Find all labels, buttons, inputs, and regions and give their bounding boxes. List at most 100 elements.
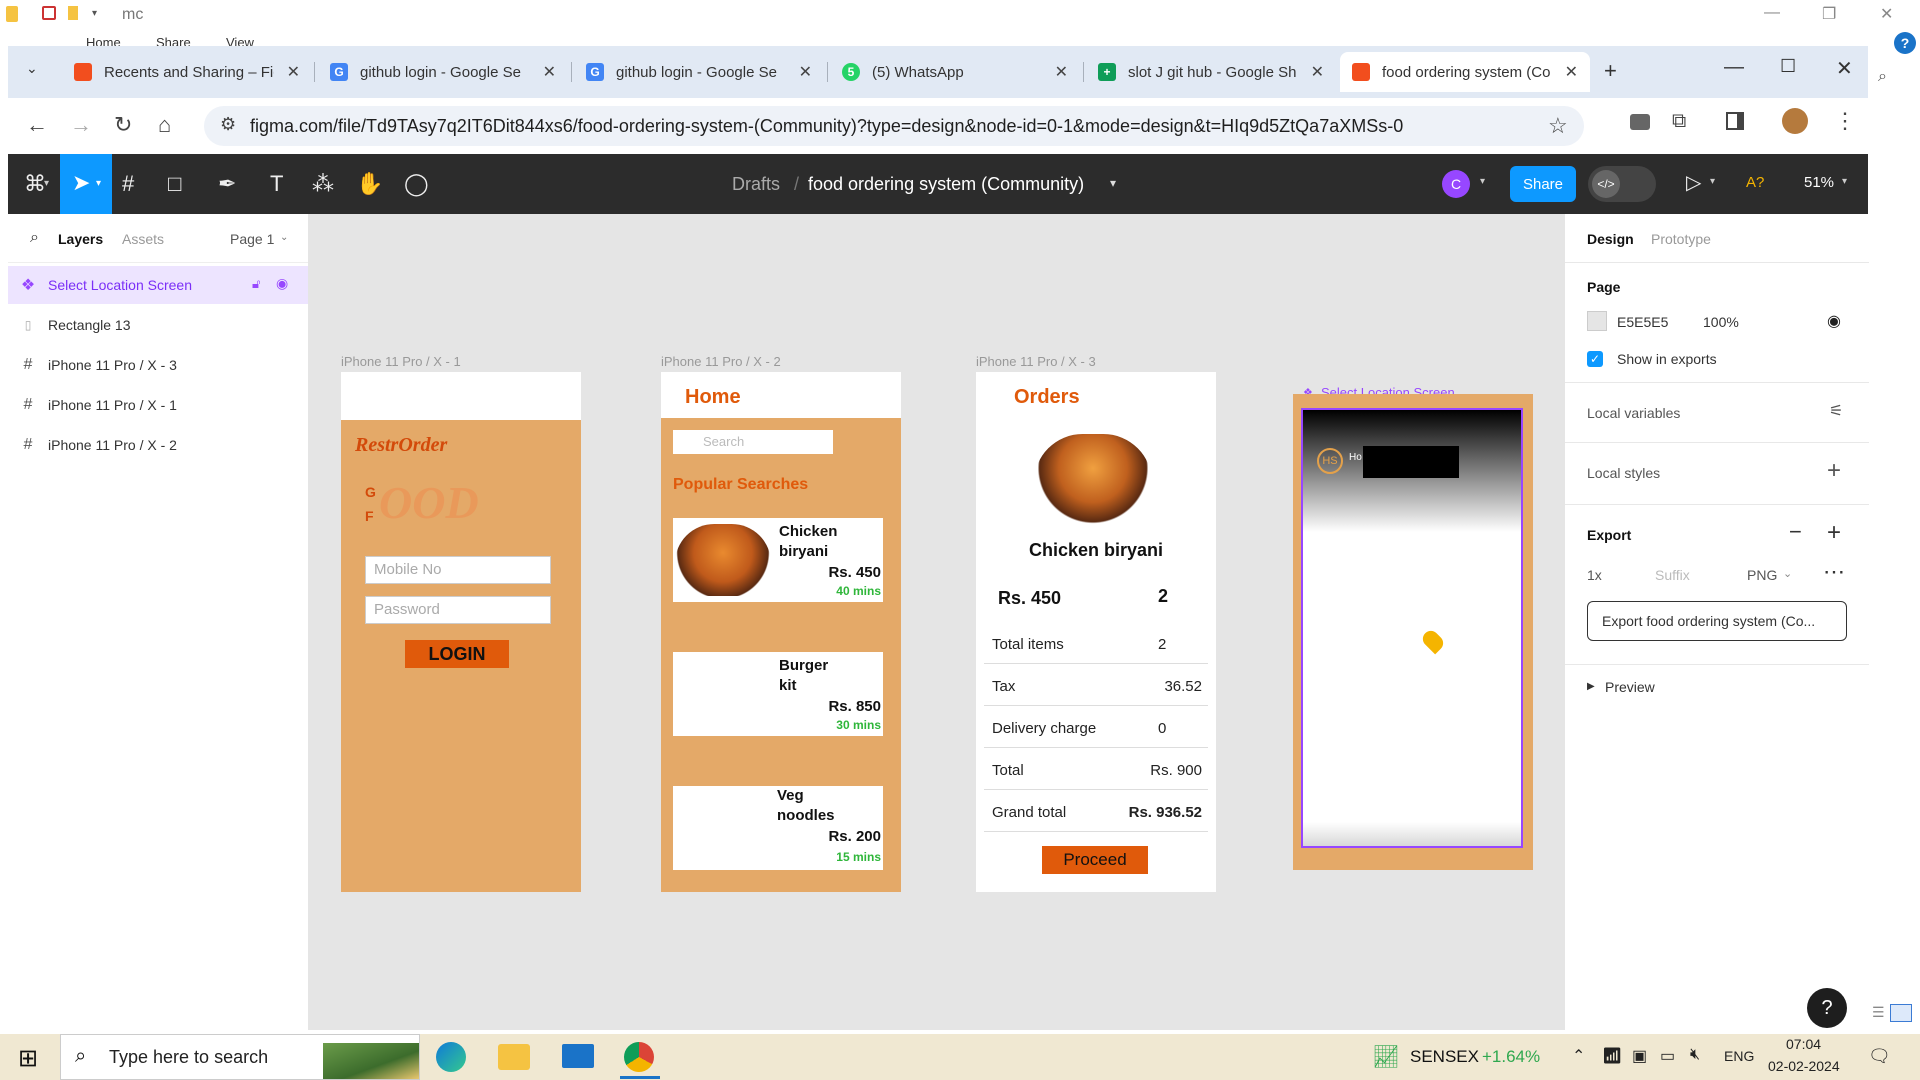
tab-github-login-2[interactable]: G github login - Google Se ✕ (574, 52, 824, 92)
search-icon[interactable]: ⌕ (1878, 68, 1887, 86)
chevron-down-icon[interactable]: ▾ (1110, 176, 1116, 190)
device-icon[interactable]: ▣ (1632, 1046, 1647, 1066)
eye-icon[interactable]: ◉ (1827, 311, 1841, 331)
close-icon[interactable]: ✕ (279, 62, 300, 82)
pen-tool-icon[interactable]: ✒ (218, 171, 236, 197)
side-panel-icon[interactable] (1726, 112, 1744, 130)
profile-avatar[interactable] (1782, 108, 1808, 134)
food-card[interactable]: Burger kit Rs. 850 30 mins (673, 652, 883, 736)
mail-icon[interactable] (562, 1044, 594, 1068)
file-explorer-icon[interactable] (498, 1044, 530, 1070)
clock-time[interactable]: 07:04 (1786, 1036, 1821, 1052)
frame-login[interactable]: RestrOrder G F OOD Mobile No Password LO… (341, 372, 581, 892)
move-tool-button[interactable]: ➤ ▾ (60, 154, 112, 214)
frame-tool-icon[interactable]: # (122, 171, 134, 197)
notification-icon[interactable]: 🗨︎ (1868, 1046, 1891, 1067)
restore-icon[interactable]: ❐ (1822, 4, 1836, 24)
frame-label[interactable]: iPhone 11 Pro / X - 3 (976, 354, 1096, 369)
network-icon[interactable]: 📶︎ (1602, 1046, 1622, 1066)
search-icon[interactable]: ⌕ (30, 229, 39, 247)
file-name[interactable]: food ordering system (Community) (808, 174, 1084, 195)
frame-orders[interactable]: Orders Chicken biryani Rs. 450 2 Total i… (976, 372, 1216, 892)
mobile-input[interactable]: Mobile No (365, 556, 551, 584)
maximize-icon[interactable]: ☐ (1780, 56, 1796, 77)
media-icon[interactable] (1630, 114, 1650, 130)
tab-whatsapp[interactable]: 5 (5) WhatsApp ✕ (830, 52, 1080, 92)
figma-menu-icon[interactable]: ⌘ (24, 171, 46, 197)
chevron-down-icon[interactable]: ▾ (1710, 176, 1715, 187)
panel-icon[interactable] (1890, 1004, 1912, 1022)
tab-github-login-1[interactable]: G github login - Google Se ✕ (318, 52, 568, 92)
chevron-down-icon[interactable]: ⌄ (1783, 567, 1792, 580)
tab-assets[interactable]: Assets (122, 231, 164, 247)
back-icon[interactable]: ← (26, 112, 48, 138)
close-icon[interactable]: ✕ (1303, 62, 1324, 82)
tab-sheets[interactable]: + slot J git hub - Google Sh ✕ (1086, 52, 1336, 92)
frame-home[interactable]: Home Search Popular Searches Chicken bir… (661, 372, 901, 892)
export-scale[interactable]: 1x (1587, 567, 1602, 583)
rectangle-tool-icon[interactable]: □ (168, 171, 181, 197)
help-icon[interactable]: ? (1894, 32, 1916, 54)
menu-kebab-icon[interactable]: ⋮ (1834, 108, 1856, 134)
search-input[interactable]: Search (673, 430, 833, 454)
comment-tool-icon[interactable]: ◯ (404, 171, 429, 197)
edge-icon[interactable] (436, 1042, 466, 1072)
taskbar-search[interactable]: ⌕ Type here to search (60, 1034, 420, 1080)
local-variables-label[interactable]: Local variables (1587, 405, 1680, 421)
battery-icon[interactable]: ▭ (1660, 1046, 1675, 1066)
page-color-value[interactable]: E5E5E5 (1617, 314, 1668, 330)
page-selector[interactable]: Page 1 (230, 231, 274, 247)
chevron-down-icon[interactable]: ▾ (1480, 176, 1485, 187)
close-icon[interactable]: ✕ (535, 62, 556, 82)
present-icon[interactable]: ▷ (1686, 170, 1701, 195)
show-in-exports-checkbox[interactable]: ✓ (1587, 351, 1603, 367)
food-card[interactable]: Veg noodles Rs. 200 15 mins (673, 786, 883, 870)
proceed-button[interactable]: Proceed (1042, 846, 1148, 874)
location-screen[interactable]: HS Ho (1301, 408, 1523, 848)
layer-iphone-2[interactable]: # iPhone 11 Pro / X - 2 (8, 426, 308, 464)
chevron-up-icon[interactable]: ⌃ (1572, 1046, 1585, 1066)
minimize-icon[interactable]: — (1764, 4, 1780, 22)
home-icon[interactable]: ⌂ (158, 112, 171, 138)
lock-icon[interactable]: 🔓︎ (252, 276, 260, 292)
bookmark-star-icon[interactable]: ☆ (1548, 113, 1568, 139)
login-button[interactable]: LOGIN (405, 640, 509, 668)
minimize-icon[interactable]: — (1724, 56, 1744, 79)
tab-prototype[interactable]: Prototype (1651, 231, 1711, 247)
color-swatch[interactable] (1587, 311, 1607, 331)
share-button[interactable]: Share (1510, 166, 1576, 202)
extensions-icon[interactable]: ⧉ (1672, 110, 1686, 133)
frame-label[interactable]: iPhone 11 Pro / X - 2 (661, 354, 781, 369)
tab-layers[interactable]: Layers (58, 231, 103, 247)
site-info-icon[interactable]: ⚙ (220, 114, 236, 135)
hand-tool-icon[interactable]: ✋ (356, 171, 383, 197)
local-variables-section[interactable]: Local variables ⚟ (1565, 382, 1869, 442)
close-icon[interactable]: ✕ (1836, 56, 1853, 81)
resources-icon[interactable]: ⁂ (312, 171, 334, 197)
export-button[interactable]: Export food ordering system (Co... (1587, 601, 1847, 641)
location-pin-icon[interactable] (1419, 627, 1447, 655)
tab-search-icon[interactable]: ⌄ (26, 60, 38, 77)
preview-label[interactable]: Preview (1605, 679, 1655, 695)
chevron-down-icon[interactable]: ▾ (44, 178, 49, 189)
text-tool-icon[interactable]: T (270, 171, 283, 197)
tab-design[interactable]: Design (1587, 231, 1634, 247)
suffix-input[interactable]: Suffix (1655, 567, 1690, 583)
zoom-level[interactable]: 51% (1804, 174, 1834, 191)
food-card[interactable]: Chicken biryani Rs. 450 40 mins (673, 518, 883, 602)
language-indicator[interactable]: ENG (1724, 1048, 1754, 1064)
avatar[interactable]: C (1442, 170, 1470, 198)
tab-food-ordering[interactable]: food ordering system (Co ✕ (1340, 52, 1590, 92)
remove-icon[interactable]: − (1789, 519, 1802, 545)
help-button[interactable]: ? (1807, 988, 1847, 1028)
omnibox[interactable]: ⚙ figma.com/file/Td9TAsy7q2IT6Dit844xs6/… (204, 106, 1584, 146)
chevron-down-icon[interactable]: ▾ (92, 8, 97, 19)
eye-icon[interactable]: ◉ (276, 275, 288, 292)
close-icon[interactable]: ✕ (1880, 4, 1893, 24)
layer-select-location-screen[interactable]: ❖ Select Location Screen 🔓︎ ◉ (8, 266, 308, 304)
tab-recents[interactable]: Recents and Sharing – Fig ✕ (62, 52, 312, 92)
close-icon[interactable]: ✕ (791, 62, 812, 82)
new-tab-icon[interactable]: + (1604, 58, 1617, 84)
layer-iphone-3[interactable]: # iPhone 11 Pro / X - 3 (8, 346, 308, 384)
volume-mute-icon[interactable]: 🔇︎ (1690, 1046, 1700, 1064)
